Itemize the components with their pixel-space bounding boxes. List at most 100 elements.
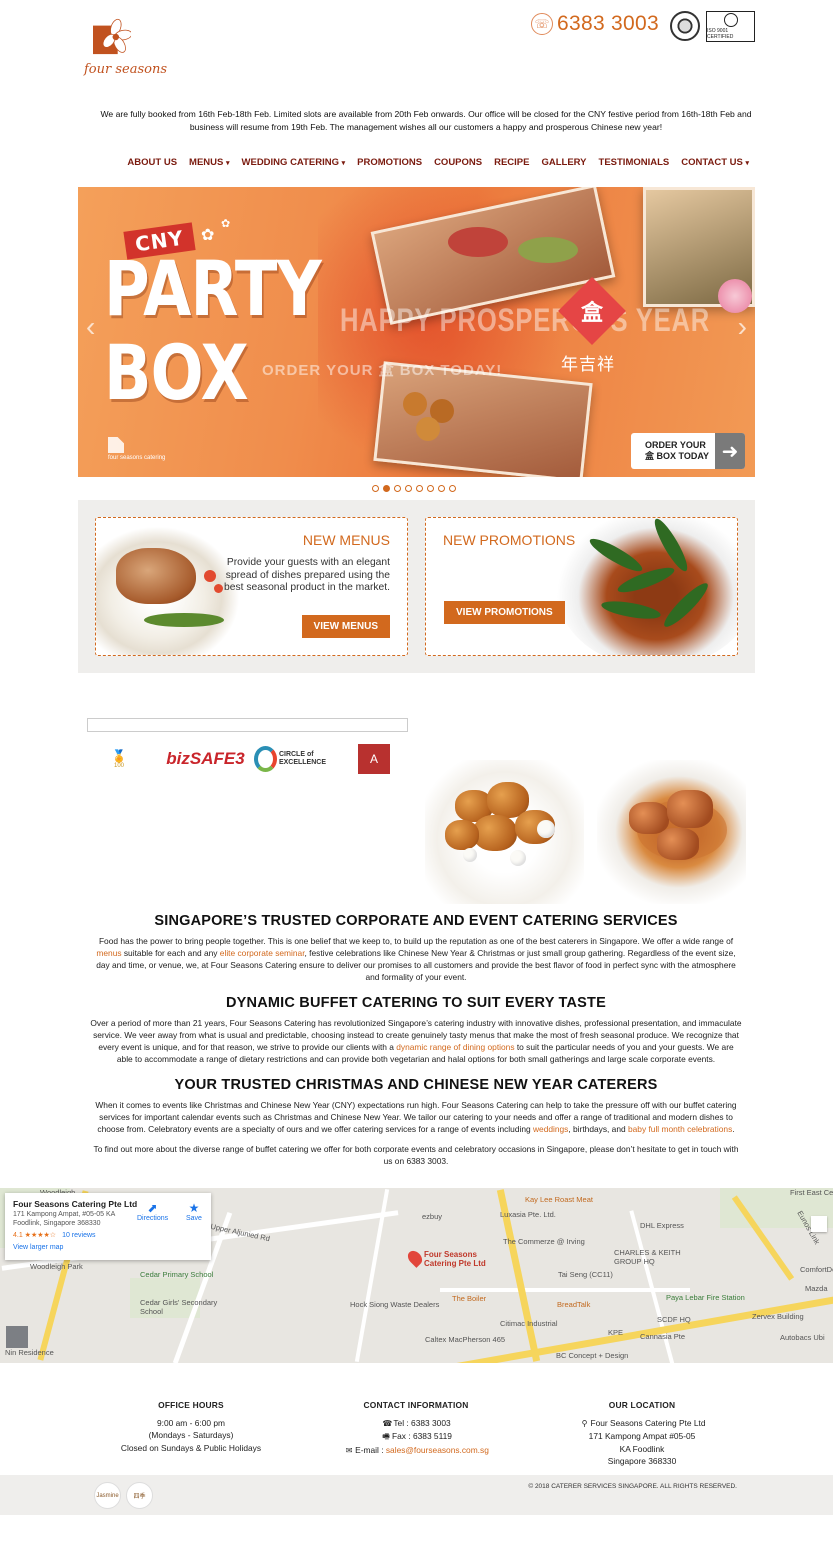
iso-ring-icon xyxy=(723,13,738,27)
location-pin-icon: ⚲ xyxy=(581,1418,588,1428)
order-box-button[interactable]: ORDER YOUR 盒 BOX TODAY ➜ xyxy=(631,433,745,469)
nav-about-us[interactable]: ABOUT US xyxy=(127,157,177,168)
new-menus-text: Provide your guests with an elegant spre… xyxy=(224,557,390,593)
nav-gallery[interactable]: GALLERY xyxy=(541,157,586,168)
award-icon: 🏅 xyxy=(111,749,127,763)
site-logo[interactable]: four seasons xyxy=(84,12,167,82)
view-larger-map-link[interactable]: View larger map xyxy=(13,1244,203,1251)
slider-dot[interactable] xyxy=(405,485,412,492)
slider-dot[interactable] xyxy=(416,485,423,492)
food-image xyxy=(518,237,578,263)
office-hours-line: (Mondays - Saturdays) xyxy=(148,1430,234,1440)
chevron-down-icon: ▾ xyxy=(341,160,346,167)
nav-menus[interactable]: MENUS ▾ xyxy=(189,157,229,168)
slider-dot[interactable] xyxy=(394,485,401,492)
google-map[interactable]: Woodleigh Upper Aljunied Rd Cedar Primar… xyxy=(0,1188,833,1363)
nav-label: WEDDING CATERING xyxy=(241,157,339,168)
nav-coupons[interactable]: COUPONS xyxy=(434,157,482,168)
dining-options-link[interactable]: dynamic range of dining options xyxy=(396,1042,514,1052)
slider-dot[interactable] xyxy=(372,485,379,492)
hero-small-logo-text: four seasons catering xyxy=(108,455,166,461)
office-hours: OFFICE HOURS 9:00 am - 6:00 pm (Mondays … xyxy=(111,1399,271,1454)
award-logo-circle-of-excellence: CIRCLE of EXCELLENCE xyxy=(254,744,326,774)
nav-promotions[interactable]: PROMOTIONS xyxy=(357,157,422,168)
new-promotions-title: NEW PROMOTIONS xyxy=(443,532,576,548)
text: . xyxy=(732,1124,735,1134)
menus-link[interactable]: menus xyxy=(96,948,121,958)
nav-label: GALLERY xyxy=(541,157,587,168)
map-label: The Commerze @ Irving xyxy=(503,1237,585,1246)
baby-full-month-link[interactable]: baby full month celebrations xyxy=(628,1124,732,1134)
slider-dot-active[interactable] xyxy=(383,485,390,492)
map-label: The Boiler xyxy=(452,1294,487,1303)
order-line1: ORDER YOUR xyxy=(645,440,706,450)
slider-next-arrow[interactable]: › xyxy=(738,311,747,343)
view-promotions-button[interactable]: VIEW PROMOTIONS xyxy=(444,601,565,624)
contact-tel[interactable]: ☎Tel : 6383 3003 xyxy=(336,1417,496,1431)
map-label: Citimac Industrial xyxy=(500,1319,558,1328)
phone-number: 6383 3003 xyxy=(557,12,659,35)
map-label: Caltex MacPherson 465 xyxy=(425,1335,506,1344)
slider-prev-arrow[interactable]: ‹ xyxy=(86,311,95,343)
partner-logo[interactable]: Jasmine xyxy=(94,1482,121,1509)
order-line2: 盒 BOX TODAY xyxy=(645,451,710,461)
slider-dot[interactable] xyxy=(438,485,445,492)
location-line: 171 Kampong Ampat #05-05 xyxy=(588,1431,696,1441)
pegman-icon[interactable] xyxy=(811,1216,827,1232)
save-label: Save xyxy=(186,1215,202,1222)
section-paragraph: When it comes to events like Christmas a… xyxy=(90,1099,742,1135)
weddings-link[interactable]: weddings xyxy=(533,1124,568,1134)
contact-title: CONTACT INFORMATION xyxy=(363,1400,469,1410)
blossom-icon: ✿ xyxy=(221,218,231,230)
chevron-down-icon: ▾ xyxy=(226,160,230,167)
hero-small-logo: four seasons catering xyxy=(108,437,165,461)
office-hours-title: OFFICE HOURS xyxy=(158,1400,224,1410)
map-label: Woodleigh Park xyxy=(30,1262,83,1271)
nav-label: MENUS xyxy=(189,157,224,168)
map-pin-icon[interactable] xyxy=(405,1248,425,1268)
slider-dot[interactable] xyxy=(427,485,434,492)
food-image xyxy=(448,227,508,257)
view-menus-button[interactable]: VIEW MENUS xyxy=(301,615,390,638)
map-info-card: Four Seasons Catering Pte Ltd 171 Kampon… xyxy=(5,1193,211,1260)
nav-wedding-catering[interactable]: WEDDING CATERING ▾ xyxy=(242,157,346,168)
about-content: SINGAPORE’S TRUSTED CORPORATE AND EVENT … xyxy=(90,913,742,1175)
map-satellite-toggle[interactable] xyxy=(6,1326,28,1348)
email-link[interactable]: sales@fourseasons.com.sg xyxy=(386,1445,489,1455)
award-logo-100: 🏅 100 xyxy=(108,744,130,774)
dish-image xyxy=(629,802,669,834)
award-line2: EXCELLENCE xyxy=(278,759,326,766)
logo-mark-icon xyxy=(108,437,124,453)
section-heading: SINGAPORE’S TRUSTED CORPORATE AND EVENT … xyxy=(154,913,678,929)
directions-icon: ⬈ xyxy=(147,1201,158,1215)
nav-label: CONTACT US xyxy=(681,157,743,168)
header-phone[interactable]: ☏ 6383 3003 xyxy=(531,12,659,36)
nav-testimonials[interactable]: TESTIMONIALS xyxy=(599,157,670,168)
nav-label: RECIPE xyxy=(494,157,530,168)
award-strip-border xyxy=(87,718,408,732)
corporate-seminar-link[interactable]: elite corporate seminar xyxy=(220,948,305,958)
map-label: Luxasia Pte. Ltd. xyxy=(500,1210,556,1219)
chevron-down-icon: ▾ xyxy=(745,160,749,167)
phone-icon: ☏ xyxy=(531,13,553,35)
dish-image xyxy=(144,613,224,627)
save-button[interactable]: ★ Save xyxy=(186,1201,202,1222)
dish-image xyxy=(445,820,479,850)
map-label: Cannasia Pte xyxy=(640,1332,686,1341)
nav-contact-us[interactable]: CONTACT US ▾ xyxy=(681,157,749,168)
hero-slider[interactable]: CNY ✿ ✿ PARTY BOX HAPPY PROSPEROUS YEAR … xyxy=(78,187,755,477)
directions-button[interactable]: ⬈ Directions xyxy=(137,1201,168,1222)
footer-bottom-bar: Jasmine 四季 © 2018 CATERER SERVICES SINGA… xyxy=(0,1475,833,1515)
map-label: ComfortDe xyxy=(800,1265,833,1274)
chinese-text: 年吉祥 xyxy=(561,355,615,374)
slider-pagination xyxy=(372,485,456,492)
place-name: Four Seasons Catering Pte Ltd xyxy=(13,1199,138,1209)
dish-image xyxy=(510,850,526,866)
reviews-link[interactable]: 10 reviews xyxy=(62,1232,95,1239)
map-label: BreadTalk xyxy=(557,1300,591,1309)
slider-dot[interactable] xyxy=(449,485,456,492)
star-icon: ★ xyxy=(188,1201,200,1215)
nav-recipe[interactable]: RECIPE xyxy=(494,157,529,168)
partner-logo[interactable]: 四季 xyxy=(126,1482,153,1509)
award-text: 100 xyxy=(113,763,124,769)
